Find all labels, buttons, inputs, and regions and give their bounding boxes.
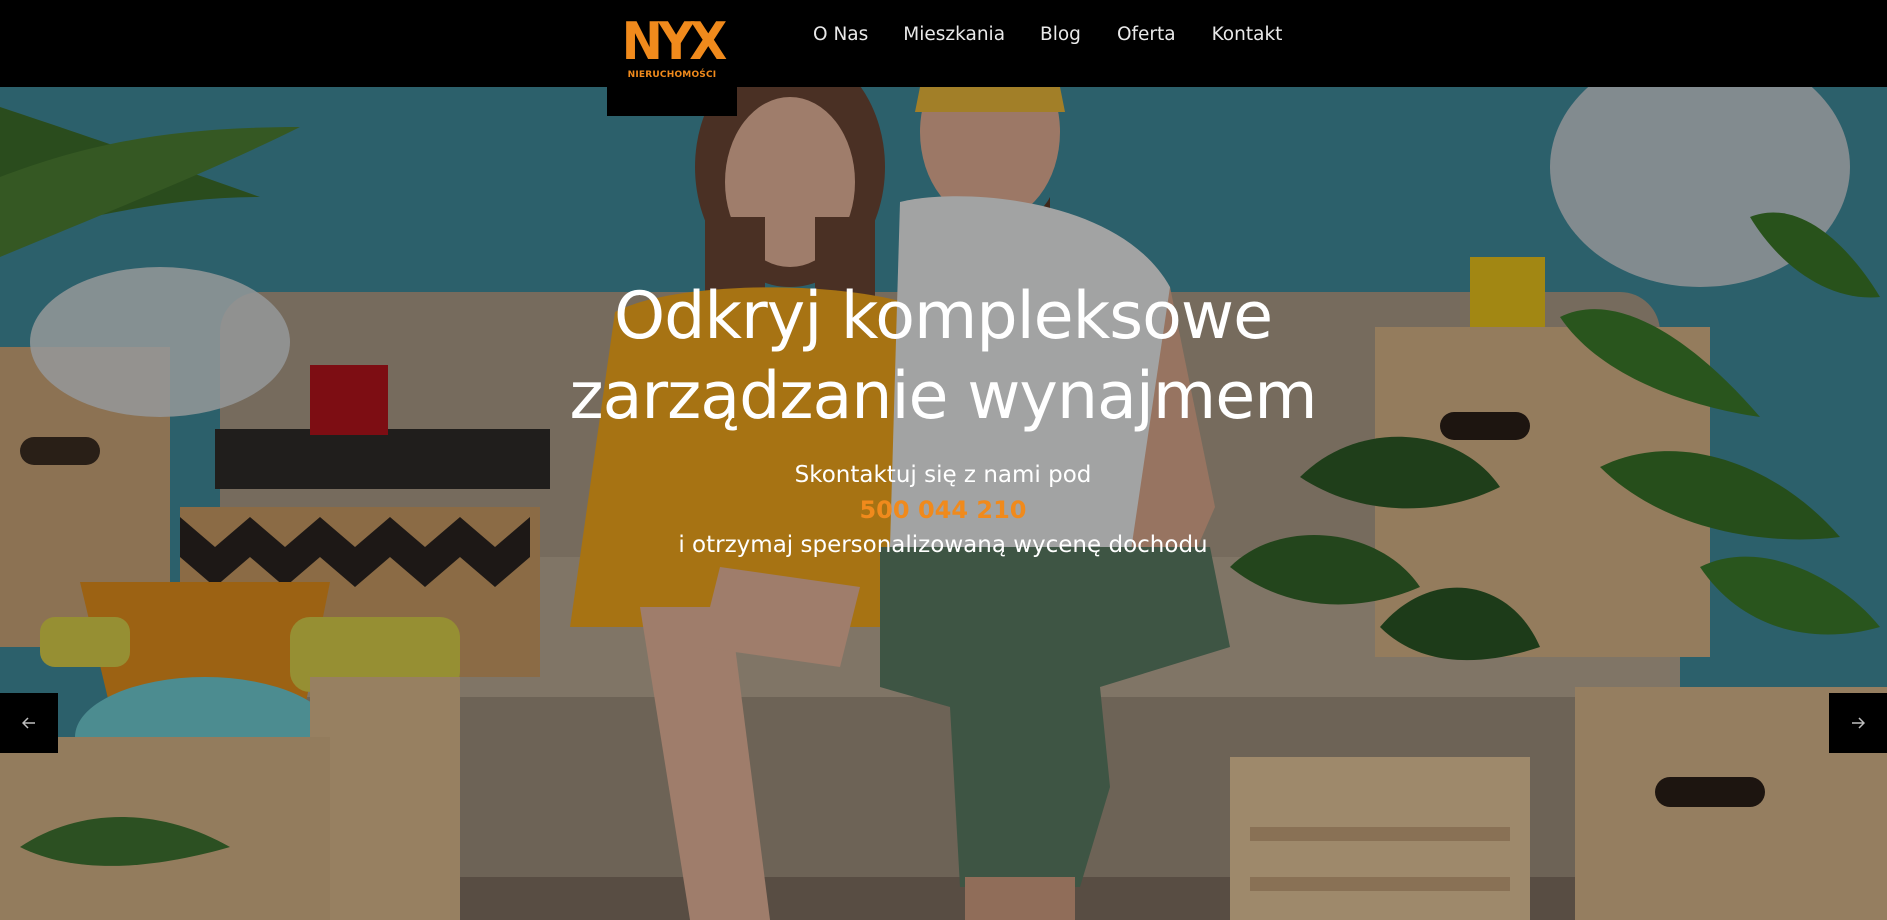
nav-item-o-nas[interactable]: O Nas: [813, 22, 868, 48]
hero-title: Odkryj kompleksowe zarządzanie wynajmem: [443, 277, 1443, 437]
nav-item-oferta[interactable]: Oferta: [1117, 22, 1176, 48]
slider-next-button[interactable]: [1829, 693, 1887, 753]
site-logo[interactable]: NYX NIERUCHOMOŚCI: [607, 0, 737, 116]
hero-title-line-2: zarządzanie wynajmem: [569, 359, 1317, 434]
hero-title-line-1: Odkryj kompleksowe: [613, 279, 1273, 354]
nav-item-mieszkania[interactable]: Mieszkania: [903, 22, 1005, 48]
nav-item-kontakt[interactable]: Kontakt: [1212, 22, 1283, 48]
arrow-right-icon: [1852, 717, 1865, 729]
hero-contact-intro: Skontaktuj się z nami pod: [794, 462, 1092, 488]
main-navigation: O Nas Mieszkania Blog Oferta Kontakt: [813, 22, 1282, 48]
page: NYX NIERUCHOMOŚCI O Nas Mieszkania Blog …: [0, 0, 1887, 920]
nav-item-blog[interactable]: Blog: [1040, 22, 1081, 48]
hero-phone-link[interactable]: 500 044 210: [443, 494, 1443, 526]
hero-slider: Odkryj kompleksowe zarządzanie wynajmem …: [0, 87, 1887, 920]
hero-contact-outro: i otrzymaj spersonalizowaną wycenę docho…: [678, 532, 1208, 558]
arrow-left-icon: [22, 717, 35, 729]
logo-mark: NYX: [621, 12, 728, 72]
slider-prev-button[interactable]: [0, 693, 58, 753]
